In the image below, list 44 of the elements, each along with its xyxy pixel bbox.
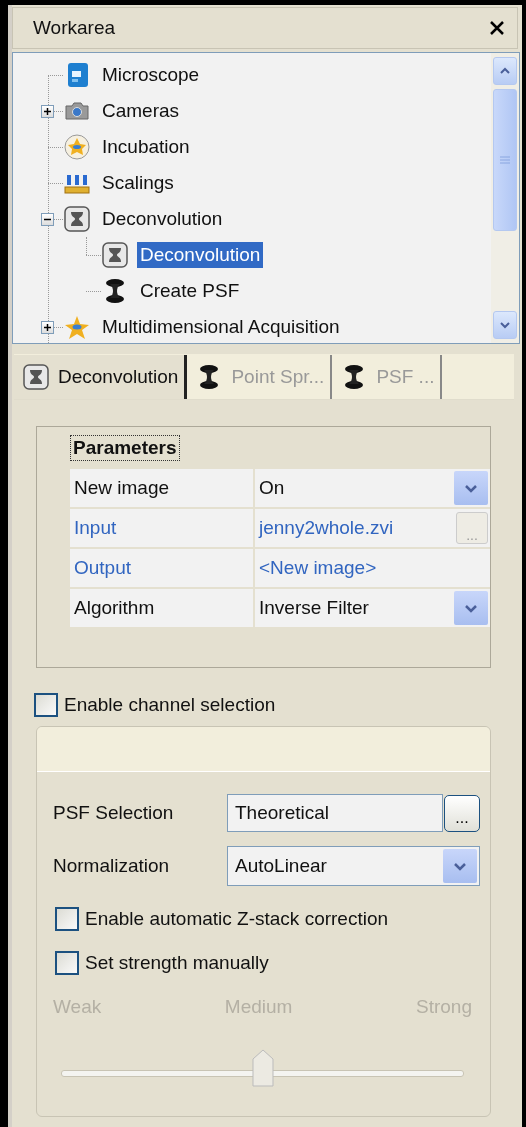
property-name: Output (74, 557, 132, 579)
checkbox-label: Set strength manually (85, 952, 269, 974)
checkbox-label: Enable automatic Z-stack correction (85, 908, 389, 930)
tree-item[interactable]: Deconvolution (137, 242, 264, 268)
checkbox[interactable] (55, 907, 79, 931)
field-label: PSF Selection (53, 802, 175, 824)
collapse-button[interactable] (41, 212, 54, 226)
tree-item[interactable]: Cameras (99, 98, 183, 124)
property-value[interactable]: On (259, 477, 285, 499)
plus-icon (42, 321, 53, 333)
dropdown-button[interactable] (454, 591, 488, 625)
scroll-down-button[interactable] (493, 311, 517, 339)
tab[interactable]: Deconvolution (14, 354, 188, 399)
psf-field[interactable]: Theoretical (227, 794, 443, 832)
hourglass-icon (63, 205, 91, 233)
chevron-icon (454, 863, 466, 871)
chevron-icon (465, 605, 477, 613)
scrollbar-thumb[interactable] (493, 89, 517, 231)
plus-icon (42, 105, 53, 117)
tree-item[interactable]: Deconvolution (99, 206, 226, 232)
panel-title: Workarea (33, 17, 115, 39)
tree-item[interactable]: Create PSF (137, 278, 243, 304)
tree-item[interactable]: Multidimensional Acquisition (99, 314, 343, 340)
expand-button[interactable] (41, 104, 54, 118)
property-value[interactable]: jenny2whole.zvi (259, 517, 394, 539)
chevron-icon (465, 485, 477, 493)
hourglass-icon (22, 362, 50, 391)
property-name: Input (74, 517, 117, 539)
hourglass-icon (101, 241, 129, 269)
checkbox[interactable] (34, 693, 58, 717)
section-header[interactable]: Parameters (70, 435, 180, 461)
field-label: Normalization (53, 855, 171, 877)
normalization-dropdown[interactable]: AutoLinear (227, 846, 480, 886)
property-name: Algorithm (74, 597, 155, 619)
tree-item[interactable]: Microscope (99, 62, 203, 88)
property-name: New image (74, 477, 170, 499)
checkbox-label: Enable channel selection (64, 694, 276, 716)
dropdown-button[interactable] (454, 471, 488, 505)
browse-button[interactable]: ... (444, 794, 480, 832)
tree-item[interactable]: Incubation (99, 134, 193, 160)
checkbox[interactable] (55, 951, 79, 975)
expand-button[interactable] (41, 320, 54, 334)
scroll-up-button[interactable] (493, 57, 517, 85)
tree-item[interactable]: Scalings (99, 170, 177, 196)
